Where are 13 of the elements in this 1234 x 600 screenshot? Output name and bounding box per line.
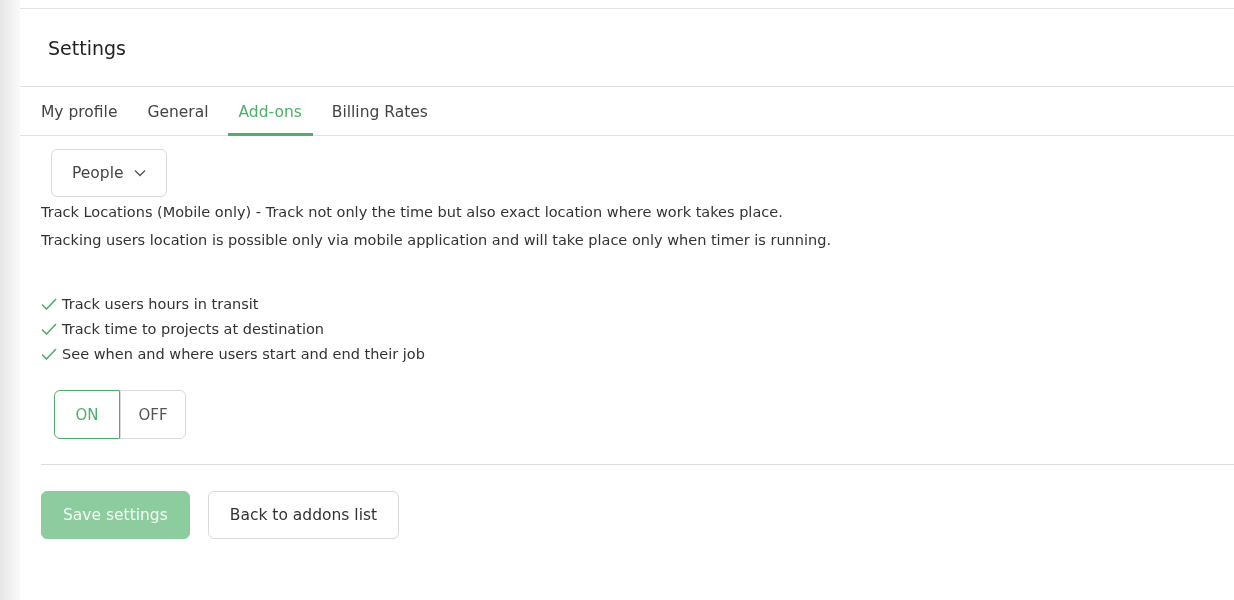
page-title: Settings	[20, 9, 1234, 87]
feature-text: Track users hours in transit	[62, 295, 259, 312]
tab[interactable]: Billing Rates	[320, 87, 439, 136]
back-button[interactable]: Back to addons list	[207, 491, 400, 539]
tab[interactable]: My profile	[30, 87, 129, 136]
toggle-option[interactable]: OFF	[120, 390, 186, 439]
category-dropdown[interactable]: People	[51, 149, 167, 197]
tab[interactable]: General	[136, 87, 220, 136]
chevron-down-icon	[133, 169, 146, 177]
description-text: Tracking users location is possible only via mobile application and will take place only when timer is running.	[41, 231, 833, 250]
description-text: Track Locations (Mobile only) - Track not only the time but also exact location where work takes place.	[41, 203, 784, 222]
feature-text: Track time to projects at destination	[62, 320, 324, 337]
feature-text: See when and where users start and end their job	[62, 345, 425, 362]
